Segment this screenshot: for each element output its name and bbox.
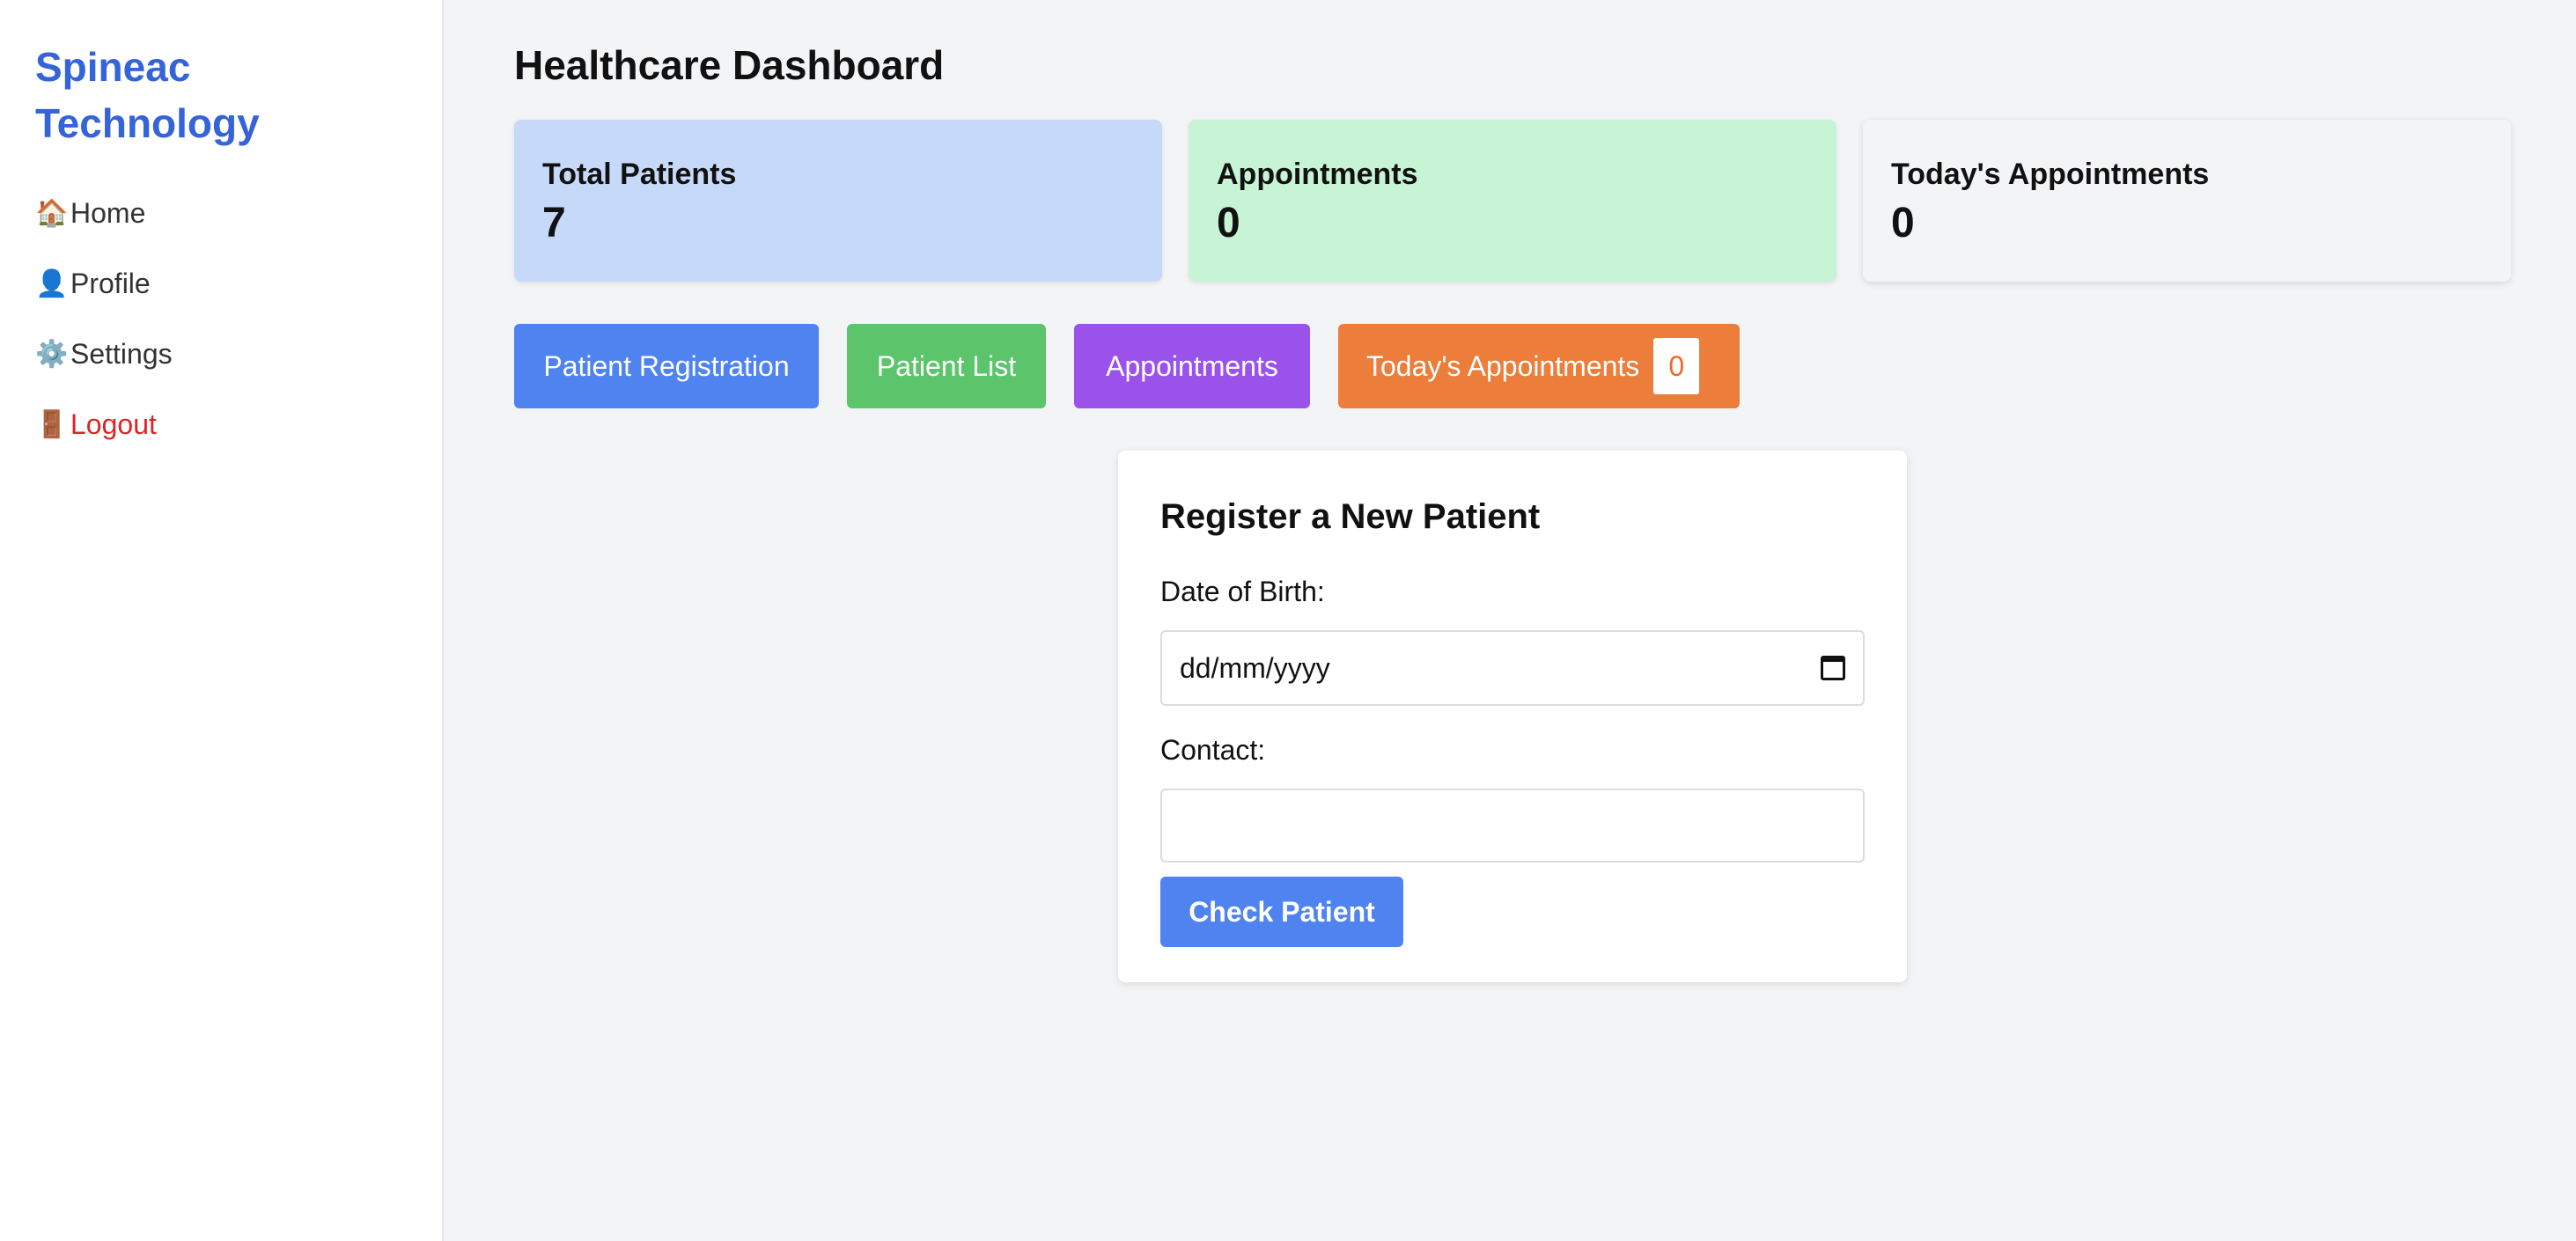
form-title: Register a New Patient — [1160, 497, 1541, 536]
sidebar-item-label: Home — [70, 196, 146, 229]
contact-label: Contact: — [1160, 734, 1266, 766]
stat-value: 7 — [542, 200, 566, 246]
stat-value: 0 — [1217, 200, 1240, 246]
dob-label: Date of Birth: — [1160, 576, 1325, 607]
page-title: Healthcare Dashboard — [514, 42, 945, 88]
brand-logo[interactable]: Spineac Technology — [35, 39, 407, 151]
patient-list-button[interactable]: Patient List — [847, 324, 1046, 408]
appointments-button[interactable]: Appointments — [1074, 324, 1310, 408]
stat-card-total-patients: Total Patients 7 — [514, 120, 1162, 282]
contact-input[interactable] — [1160, 789, 1865, 863]
todays-appointments-label: Today's Appointments — [1366, 349, 1640, 382]
dob-placeholder: dd/mm/yyyy — [1180, 651, 1330, 684]
sidebar: Spineac Technology 🏠 Home 👤 Profile ⚙️ S… — [0, 0, 444, 1241]
profile-icon: 👤 — [35, 268, 69, 298]
sidebar-item-label: Settings — [70, 337, 173, 370]
sidebar-nav: 🏠 Home 👤 Profile ⚙️ Settings 🚪 Logout — [35, 178, 407, 459]
calendar-icon[interactable] — [1821, 656, 1845, 680]
dob-input[interactable]: dd/mm/yyyy — [1160, 630, 1865, 706]
sidebar-item-label: Profile — [70, 267, 151, 299]
stat-label: Appointments — [1217, 158, 1418, 191]
sidebar-item-settings[interactable]: ⚙️ Settings — [35, 319, 407, 389]
sidebar-item-profile[interactable]: 👤 Profile — [35, 248, 407, 319]
stat-label: Total Patients — [542, 158, 737, 191]
door-icon: 🚪 — [35, 409, 69, 439]
gear-icon: ⚙️ — [35, 339, 69, 369]
todays-appointments-count-badge: 0 — [1653, 338, 1700, 394]
stat-card-todays-appointments: Today's Appointments 0 — [1863, 120, 2511, 282]
patient-registration-button[interactable]: Patient Registration — [514, 324, 819, 408]
home-icon: 🏠 — [35, 198, 69, 228]
sidebar-item-label: Logout — [70, 408, 157, 440]
stat-label: Today's Appointments — [1891, 158, 2210, 191]
sidebar-item-home[interactable]: 🏠 Home — [35, 178, 407, 248]
stat-value: 0 — [1891, 200, 1915, 246]
todays-appointments-button[interactable]: Today's Appointments 0 — [1338, 324, 1740, 408]
stat-card-appointments: Appointments 0 — [1189, 120, 1836, 282]
check-patient-button[interactable]: Check Patient — [1160, 877, 1403, 947]
register-patient-form: Register a New Patient Date of Birth: dd… — [1118, 451, 1907, 982]
sidebar-item-logout[interactable]: 🚪 Logout — [35, 389, 407, 459]
